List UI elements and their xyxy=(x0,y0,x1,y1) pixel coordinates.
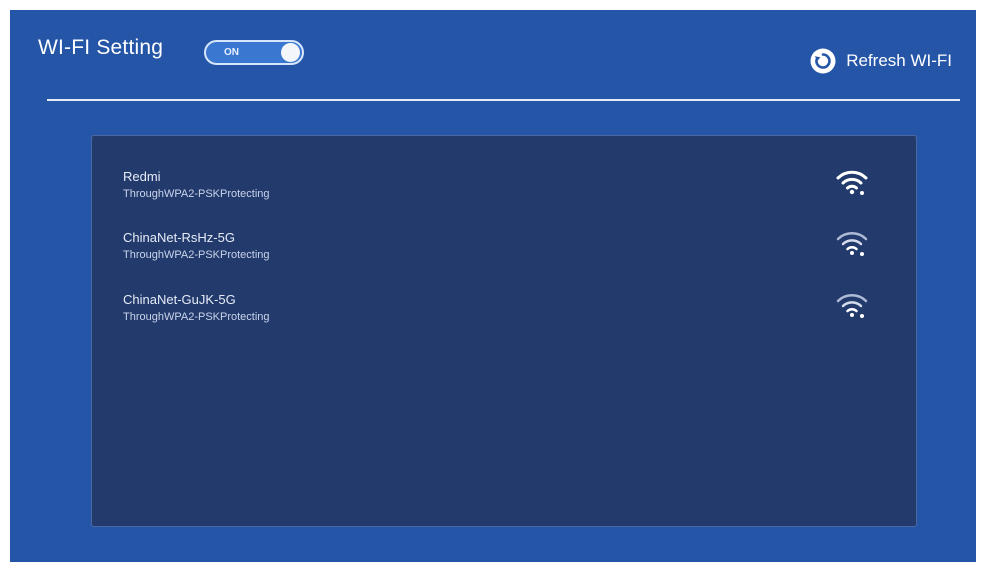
refresh-wifi-label: Refresh WI-FI xyxy=(846,51,952,70)
wifi-toggle[interactable]: ON xyxy=(204,40,304,65)
network-security: ThroughWPA2-PSKProtecting xyxy=(123,249,270,261)
network-item-chinanet-rshz[interactable]: ChinaNet-RsHz-5G ThroughWPA2-PSKProtecti… xyxy=(123,230,893,270)
wifi-settings-screen: WI-FI Setting ON Refresh WI-FI Redmi Thr… xyxy=(10,10,976,562)
network-name: ChinaNet-RsHz-5G xyxy=(123,230,235,245)
network-security: ThroughWPA2-PSKProtecting xyxy=(123,188,270,200)
network-item-redmi[interactable]: Redmi ThroughWPA2-PSKProtecting xyxy=(123,169,893,209)
wifi-signal-icon xyxy=(836,294,868,318)
wifi-signal-full-icon xyxy=(836,170,868,195)
toggle-state-label: ON xyxy=(224,47,239,58)
refresh-wifi-button[interactable]: Refresh WI-FI xyxy=(810,47,952,75)
wifi-signal-icon xyxy=(836,232,868,256)
network-security: ThroughWPA2-PSKProtecting xyxy=(123,311,270,323)
header-divider xyxy=(47,99,960,101)
wifi-network-list: Redmi ThroughWPA2-PSKProtecting ChinaNet… xyxy=(91,135,917,527)
network-name: ChinaNet-GuJK-5G xyxy=(123,292,236,307)
page-title: WI-FI Setting xyxy=(38,36,164,59)
network-name: Redmi xyxy=(123,169,161,184)
network-item-chinanet-gujk[interactable]: ChinaNet-GuJK-5G ThroughWPA2-PSKProtecti… xyxy=(123,292,893,332)
refresh-icon xyxy=(810,48,836,74)
toggle-knob[interactable] xyxy=(281,43,300,62)
